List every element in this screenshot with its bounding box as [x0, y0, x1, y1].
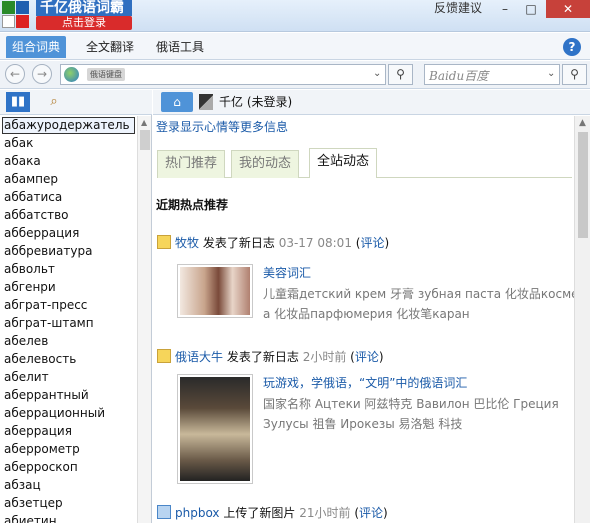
address-bar: ← → 俄语键盘 ⌄ ⚲ Baidu百度 ⌄ ⚲ — [0, 61, 590, 89]
feed-time: 2小时前 — [302, 350, 347, 364]
word-list-item[interactable]: абберрация — [0, 224, 137, 242]
russian-keyboard-tag[interactable]: 俄语键盘 — [87, 68, 125, 81]
content-scroll-thumb[interactable] — [578, 132, 588, 238]
word-list-item[interactable]: абампер — [0, 170, 137, 188]
feed-action: 发表了新日志 — [226, 350, 299, 364]
minimize-button[interactable]: – — [492, 0, 518, 18]
word-list-item[interactable]: аббатство — [0, 206, 137, 224]
globe-icon — [64, 67, 79, 82]
content-scrollbar[interactable]: ▲ — [574, 116, 590, 523]
tab-hot-recommend[interactable]: 热门推荐 — [157, 150, 226, 178]
word-list-item[interactable]: абака — [0, 152, 137, 170]
word-list-item[interactable]: аббатиса — [0, 188, 137, 206]
scroll-up-icon[interactable]: ▲ — [141, 118, 147, 127]
word-list-item[interactable]: аберроскоп — [0, 458, 137, 476]
forward-button[interactable]: → — [32, 64, 52, 84]
content-area: 登录显示心情等更多信息 热门推荐 我的动态 全站动态 近期热点推荐 牧牧 发表了… — [156, 118, 574, 520]
login-hint-link[interactable]: 登录显示心情等更多信息 — [156, 118, 288, 135]
word-list-item[interactable]: аберрационный — [0, 404, 137, 422]
feed-text-line: 国家名称 Ацтеки 阿兹特克 Вавилон 巴比伦 Греция — [263, 397, 559, 411]
feed-user[interactable]: 牧牧 — [175, 236, 199, 250]
tab-site-activity[interactable]: 全站动态 — [309, 148, 378, 178]
feed-thumbnail[interactable] — [177, 374, 253, 484]
search-engine-select[interactable]: Baidu百度 ⌄ — [424, 64, 560, 85]
close-button[interactable]: ✕ — [546, 0, 590, 18]
help-icon[interactable]: ? — [563, 38, 581, 56]
image-icon — [157, 505, 171, 519]
word-list-item[interactable]: абелевость — [0, 350, 137, 368]
search-engine-value: Baidu百度 — [429, 69, 489, 83]
feed-user[interactable]: 俄语大牛 — [175, 350, 223, 364]
feed-tabs: 热门推荐 我的动态 全站动态 — [157, 148, 572, 178]
comment-link[interactable]: 评论 — [355, 350, 379, 364]
feed-text-line: 儿童霜детский крем 牙膏 зубная паста 化妆品косме… — [263, 287, 574, 301]
left-scrollbar[interactable]: ▲ — [137, 116, 151, 523]
feed-thumbnail[interactable] — [177, 264, 253, 318]
comment-link[interactable]: 评论 — [360, 236, 384, 250]
title-bar: 千亿俄语词霸 点击登录 反馈建议 – □ ✕ — [0, 0, 590, 32]
chevron-down-icon[interactable]: ⌄ — [547, 68, 555, 79]
feed-title-link[interactable]: 美容词汇 — [263, 264, 311, 281]
app-title: 千亿俄语词霸 — [36, 0, 132, 16]
word-list-item[interactable]: абвольт — [0, 260, 137, 278]
word-list-item[interactable]: абак — [0, 134, 137, 152]
blog-icon — [157, 349, 171, 363]
comment-link[interactable]: 评论 — [359, 506, 383, 520]
word-list-item[interactable]: абзац — [0, 476, 137, 494]
tab-full-translation[interactable]: 全文翻译 — [80, 36, 140, 58]
word-list-item[interactable]: аберрометр — [0, 440, 137, 458]
chevron-down-icon[interactable]: ⌄ — [373, 68, 381, 79]
search-icon[interactable]: ⚲ — [388, 64, 413, 85]
app-logo-icon — [2, 1, 30, 29]
word-list-item[interactable]: абзетцер — [0, 494, 137, 512]
menu-bar: 组合词典 全文翻译 俄语工具 ? — [0, 33, 590, 60]
book-icon[interactable]: ▮▮ — [6, 92, 30, 112]
word-list-item[interactable]: аберрантный — [0, 386, 137, 404]
word-list-item[interactable]: абиетин — [0, 512, 137, 523]
feed-text-line: Зулусы 祖鲁 Ирокезы 易洛魁 科技 — [263, 417, 463, 431]
tab-russian-tools[interactable]: 俄语工具 — [150, 36, 210, 58]
scroll-up-icon[interactable]: ▲ — [579, 118, 586, 128]
address-input[interactable]: 俄语键盘 ⌄ — [60, 64, 386, 85]
maximize-button[interactable]: □ — [518, 0, 544, 18]
word-list-item[interactable]: абграт-пресс — [0, 296, 137, 314]
engine-search-icon[interactable]: ⚲ — [562, 64, 587, 85]
feed-title-link[interactable]: 玩游戏，学俄语，“文明”中的俄语词汇 — [263, 374, 467, 391]
word-list-item[interactable]: абелит — [0, 368, 137, 386]
user-icon — [199, 94, 213, 110]
section-title: 近期热点推荐 — [156, 198, 229, 212]
blog-icon — [157, 235, 171, 249]
feed-text-line: а 化妆品парфюмерия 化妆笔каран — [263, 307, 470, 321]
left-scroll-thumb[interactable] — [140, 130, 150, 150]
login-button[interactable]: 点击登录 — [36, 16, 132, 30]
feed-action: 上传了新图片 — [223, 506, 296, 520]
word-list-item[interactable]: абгенри — [0, 278, 137, 296]
word-list-item[interactable]: абелев — [0, 332, 137, 350]
word-list-panel: ▮▮ ⌕ абажуродержатель абак абака абампер абб… — [0, 90, 152, 523]
feed-time: 21小时前 — [299, 506, 351, 520]
home-icon[interactable]: ⌂ — [161, 92, 193, 112]
word-list-item[interactable]: аббревиатура — [0, 242, 137, 260]
word-list-item[interactable]: абграт-штамп — [0, 314, 137, 332]
tab-my-activity[interactable]: 我的动态 — [231, 150, 300, 178]
left-tabs: ▮▮ ⌕ — [0, 90, 152, 115]
word-list-item[interactable]: абажуродержатель — [2, 117, 135, 134]
feedback-link[interactable]: 反馈建议 — [434, 0, 482, 16]
content-toolbar: ⌂ 千亿 (未登录) — [153, 90, 590, 115]
back-button[interactable]: ← — [5, 64, 25, 84]
feed-action: 发表了新日志 — [202, 236, 275, 250]
find-icon[interactable]: ⌕ — [42, 92, 66, 112]
feed-time: 03-17 08:01 — [278, 236, 352, 250]
tab-combined-dictionary[interactable]: 组合词典 — [6, 36, 67, 58]
word-list: абажуродержатель абак абака абампер аббатиса… — [0, 116, 137, 523]
word-list-item[interactable]: аберрация — [0, 422, 137, 440]
feed-user[interactable]: phpbox — [175, 506, 220, 520]
content-panel: ⌂ 千亿 (未登录) 登录显示心情等更多信息 热门推荐 我的动态 全站动态 近期… — [153, 90, 590, 523]
username[interactable]: 千亿 (未登录) — [219, 90, 292, 115]
